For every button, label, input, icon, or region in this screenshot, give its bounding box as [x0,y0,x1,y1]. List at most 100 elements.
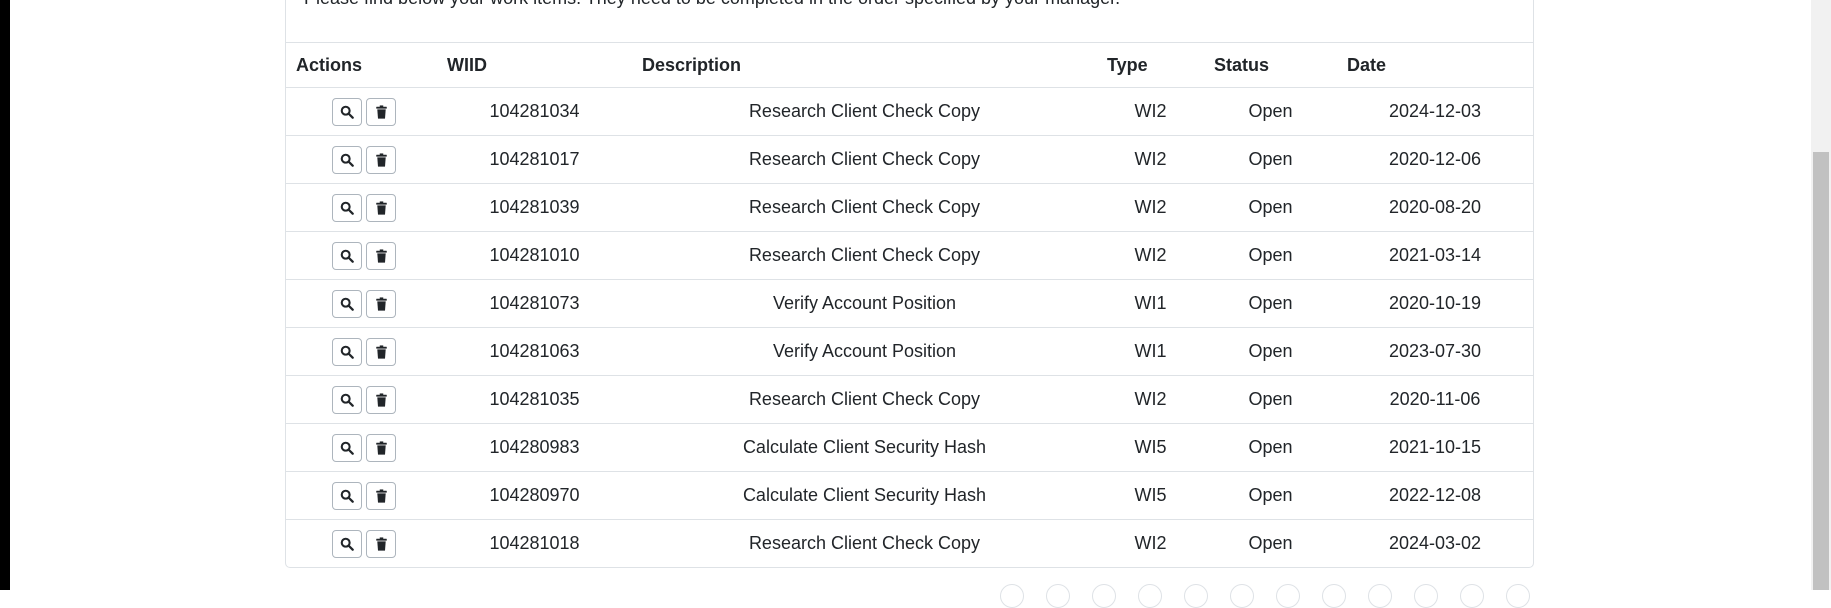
row-actions [286,423,437,472]
cell-wiid: 104281039 [437,183,632,232]
cell-description: Calculate Client Security Hash [632,471,1097,520]
view-button[interactable] [332,481,362,510]
view-button[interactable] [332,241,362,270]
table-header-row: Actions WIID Description Type Status Dat… [286,42,1533,88]
table-row: 104280983 Calculate Client Security Hash W… [286,423,1533,472]
cell-wiid: 104281063 [437,327,632,376]
view-button[interactable] [332,337,362,366]
cell-type: WI2 [1097,135,1204,184]
trash-icon [375,152,388,167]
view-button[interactable] [332,193,362,222]
page-button[interactable] [1322,584,1346,608]
trash-icon [375,537,388,551]
cell-status: Open [1204,183,1337,232]
view-button[interactable] [332,97,362,126]
header-date[interactable]: Date [1337,42,1533,88]
cell-type: WI2 [1097,375,1204,424]
cell-description: Research Client Check Copy [632,375,1097,424]
table-row: 104281073 Verify Account Position WI1 Open 2… [286,279,1533,328]
cell-wiid: 104280970 [437,471,632,520]
intro-text: Please find below your work items. They … [304,0,1120,9]
row-actions [286,327,437,376]
delete-button[interactable] [366,289,396,318]
search-icon [340,249,354,263]
view-button[interactable] [332,145,362,174]
cell-wiid: 104281035 [437,375,632,424]
view-button[interactable] [332,529,362,558]
table-row: 104280970 Calculate Client Security Hash W… [286,471,1533,520]
cell-type: WI5 [1097,423,1204,472]
table-row: 104281018 Research Client Check Copy WI2 Op… [286,520,1533,568]
cell-wiid: 104281034 [437,87,632,136]
cell-wiid: 104281073 [437,279,632,328]
cell-date: 2021-10-15 [1337,423,1533,472]
delete-button[interactable] [366,241,396,270]
cell-status: Open [1204,279,1337,328]
row-actions [286,135,437,184]
view-button[interactable] [332,433,362,462]
page-button[interactable] [1046,584,1070,608]
view-button[interactable] [332,385,362,414]
cell-date: 2020-11-06 [1337,375,1533,424]
page-button[interactable] [1184,584,1208,608]
header-actions: Actions [286,42,437,88]
scrollbar[interactable] [1811,0,1831,590]
header-status[interactable]: Status [1204,42,1337,88]
cell-description: Research Client Check Copy [632,135,1097,184]
page-button[interactable] [1368,584,1392,608]
cell-description: Verify Account Position [632,279,1097,328]
cell-description: Calculate Client Security Hash [632,423,1097,472]
page-button[interactable] [1414,584,1438,608]
header-type[interactable]: Type [1097,42,1204,88]
table-row: 104281017 Research Client Check Copy WI2 Op… [286,135,1533,184]
delete-button[interactable] [366,97,396,126]
cell-status: Open [1248,533,1293,554]
delete-button[interactable] [366,145,396,174]
trash-icon [375,488,388,503]
delete-button[interactable] [366,385,396,414]
cell-type: WI1 [1097,327,1204,376]
table-row: 104281039 Research Client Check Copy WI2 Op… [286,183,1533,232]
search-icon [340,345,354,359]
page-button[interactable] [1138,584,1162,608]
delete-button[interactable] [366,481,396,510]
cell-date: 2023-07-30 [1337,327,1533,376]
cell-wiid: 104281017 [437,135,632,184]
cell-description: Verify Account Position [632,327,1097,376]
delete-button[interactable] [366,193,396,222]
table-row: 104281034 Research Client Check Copy WI2 Op… [286,87,1533,136]
cell-type: WI2 [1097,87,1204,136]
delete-button[interactable] [366,337,396,366]
view-button[interactable] [332,289,362,318]
cell-description: Research Client Check Copy [632,87,1097,136]
trash-icon [375,248,388,263]
header-description[interactable]: Description [632,42,1097,88]
cell-type: WI2 [1097,231,1204,280]
cell-type: WI5 [1097,471,1204,520]
page-button[interactable] [1000,584,1024,608]
cell-wiid: 104281018 [489,533,580,554]
header-wiid[interactable]: WIID [437,42,632,88]
search-icon [340,201,354,215]
page-button[interactable] [1230,584,1254,608]
cell-description: Research Client Check Copy [748,533,981,554]
trash-icon [375,440,388,455]
delete-button[interactable] [366,433,396,462]
page-button[interactable] [1092,584,1116,608]
page-button[interactable] [1506,584,1530,608]
page-button[interactable] [1460,584,1484,608]
search-icon [340,393,354,407]
delete-button[interactable] [366,529,396,558]
table-row: 104281063 Verify Account Position WI1 Open 2… [286,327,1533,376]
cell-date: 2020-12-06 [1337,135,1533,184]
search-icon [340,105,354,119]
cell-type: WI2 [1097,183,1204,232]
cell-date: 2022-12-08 [1337,471,1533,520]
trash-icon [375,392,388,407]
scrollbar-thumb[interactable] [1813,152,1829,590]
table-row: 104281010 Research Client Check Copy WI2 Op… [286,231,1533,280]
page-button[interactable] [1276,584,1300,608]
search-icon [340,441,354,455]
trash-icon [375,200,388,215]
cell-date: 2024-12-03 [1337,87,1533,136]
